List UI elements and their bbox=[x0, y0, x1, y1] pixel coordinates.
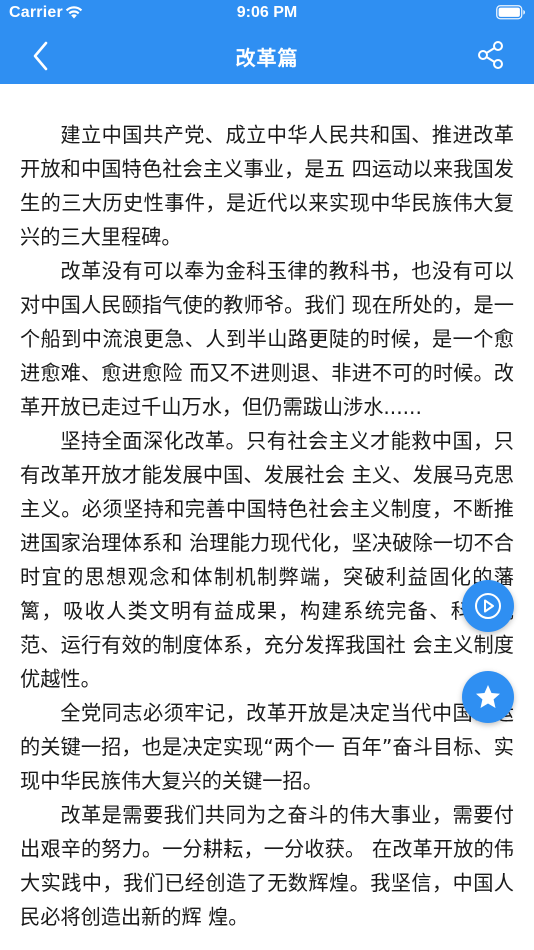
app-header: Carrier 9:06 PM 改革篇 bbox=[0, 0, 534, 84]
share-icon bbox=[478, 41, 503, 69]
share-button[interactable] bbox=[476, 40, 506, 70]
article-paragraph: 改革是需要我们共同为之奋斗的伟大事业，需要付出艰辛的努力。一分耕耘，一分收获。 … bbox=[20, 803, 514, 929]
play-circle-icon bbox=[475, 593, 501, 619]
article-body: 建立中国共产党、成立中华人民共和国、推进改革开放和中国特色社会主义事业，是五 四… bbox=[20, 118, 514, 934]
page-title: 改革篇 bbox=[235, 46, 299, 70]
article-paragraph: 改革没有可以奉为金科玉律的教科书，也没有可以对中国人民颐指气使的教师爷。我们 现… bbox=[20, 259, 514, 419]
battery-icon bbox=[496, 5, 526, 20]
star-icon bbox=[476, 685, 500, 708]
play-audio-button[interactable] bbox=[462, 580, 514, 632]
status-time: 9:06 PM bbox=[236, 4, 298, 21]
status-bar: Carrier 9:06 PM bbox=[0, 0, 534, 28]
article-paragraph: 坚持全面深化改革。只有社会主义才能救中国，只有改革开放才能发展中国、发展社会 主… bbox=[20, 429, 514, 691]
article-paragraph: 全党同志必须牢记，改革开放是决定当代中国命运的关键一招，也是决定实现“两个一 百… bbox=[20, 701, 514, 793]
navigation-bar: 改革篇 bbox=[0, 28, 534, 84]
article-paragraph: 建立中国共产党、成立中华人民共和国、推进改革开放和中国特色社会主义事业，是五 四… bbox=[20, 123, 514, 249]
favorite-button[interactable] bbox=[462, 671, 514, 723]
